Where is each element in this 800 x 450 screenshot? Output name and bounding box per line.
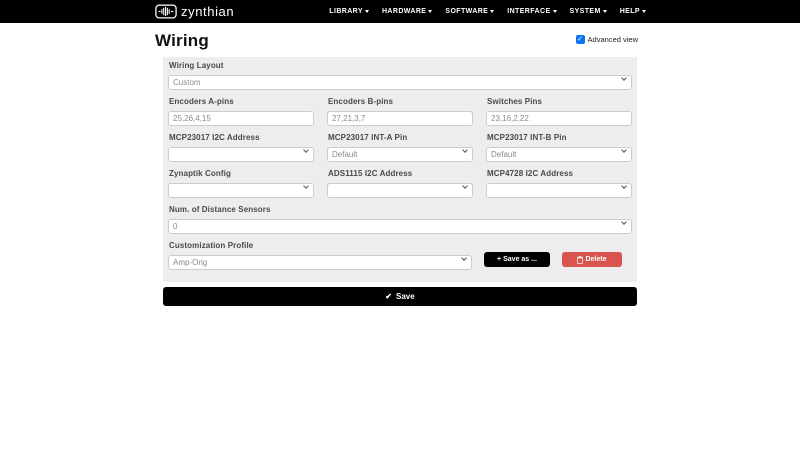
customization-profile-select[interactable]: Amp-Orig (168, 255, 472, 270)
chevron-down-icon (428, 10, 433, 13)
mcp23017-inta-select[interactable]: Default (327, 147, 473, 162)
field-customization-profile: Customization Profile Amp-Orig + Save as… (168, 241, 632, 270)
field-distance-sensors: Num. of Distance Sensors 0 (168, 205, 632, 234)
field-ads1115-i2c: ADS1115 I2C Address (327, 169, 473, 198)
plus-icon: + (497, 256, 502, 263)
check-icon: ✔ (385, 292, 392, 301)
chevron-down-icon (490, 10, 495, 13)
encoders-a-pins-input[interactable] (168, 111, 314, 126)
mcp23017-i2c-select[interactable] (168, 147, 314, 162)
save-button[interactable]: ✔ Save (163, 287, 637, 306)
zynthian-logo-icon (155, 4, 177, 19)
field-mcp23017-i2c: MCP23017 I2C Address (168, 133, 314, 162)
menu-system[interactable]: SYSTEM (570, 8, 607, 15)
mcp23017-inta-label: MCP23017 INT-A Pin (328, 133, 408, 142)
chevron-down-icon (364, 10, 369, 13)
wiring-form-panel: Wiring Layout Custom Encoders A-pins Enc… (163, 57, 637, 282)
trash-icon (577, 255, 584, 264)
menu-help[interactable]: HELP (620, 8, 646, 15)
switches-pins-label: Switches Pins (487, 97, 543, 106)
page-title: Wiring (155, 31, 209, 50)
menu-software[interactable]: SOFTWARE (445, 8, 495, 15)
field-encoders-a-pins: Encoders A-pins (168, 97, 314, 126)
mcp23017-intb-select[interactable]: Default (486, 147, 632, 162)
delete-button[interactable]: Delete (562, 252, 622, 267)
encoders-a-pins-label: Encoders A-pins (169, 97, 234, 106)
mcp23017-i2c-label: MCP23017 I2C Address (169, 133, 260, 142)
wiring-layout-select[interactable]: Custom (168, 75, 632, 90)
checkbox-checked-icon[interactable]: ✓ (575, 35, 585, 44)
top-navbar: zynthian LIBRARY HARDWARE SOFTWARE INTER… (0, 0, 800, 23)
distance-sensors-label: Num. of Distance Sensors (169, 205, 271, 214)
distance-sensors-select[interactable]: 0 (168, 219, 632, 234)
chevron-down-icon (602, 10, 607, 13)
zynthian-brand[interactable]: zynthian (155, 4, 234, 19)
menu-hardware[interactable]: HARDWARE (382, 8, 433, 15)
field-encoders-b-pins: Encoders B-pins (327, 97, 473, 126)
save-as-button[interactable]: + Save as ... (484, 252, 550, 267)
advanced-view-toggle[interactable]: ✓ Advanced view (575, 35, 638, 44)
zynaptik-config-label: Zynaptik Config (169, 169, 231, 178)
field-mcp23017-intb: MCP23017 INT-B Pin Default (486, 133, 632, 162)
ads1115-i2c-select[interactable] (327, 183, 473, 198)
brand-name: zynthian (181, 4, 235, 19)
mcp4728-i2c-label: MCP4728 I2C Address (487, 169, 574, 178)
ads1115-i2c-label: ADS1115 I2C Address (328, 169, 413, 178)
zynaptik-config-select[interactable] (168, 183, 314, 198)
chevron-down-icon (552, 10, 557, 13)
chevron-down-icon (642, 10, 646, 13)
field-mcp23017-inta: MCP23017 INT-A Pin Default (327, 133, 473, 162)
main-content: Wiring ✓ Advanced view Wiring Layout Cus… (152, 23, 648, 306)
mcp4728-i2c-select[interactable] (486, 183, 632, 198)
mcp23017-intb-label: MCP23017 INT-B Pin (487, 133, 567, 142)
field-wiring-layout: Wiring Layout Custom (168, 61, 632, 90)
customization-profile-label: Customization Profile (169, 241, 254, 250)
wiring-layout-label: Wiring Layout (169, 61, 224, 70)
field-switches-pins: Switches Pins (486, 97, 632, 126)
encoders-b-pins-input[interactable] (327, 111, 473, 126)
encoders-b-pins-label: Encoders B-pins (328, 97, 394, 106)
menu-library[interactable]: LIBRARY (329, 8, 369, 15)
field-mcp4728-i2c: MCP4728 I2C Address (486, 169, 632, 198)
switches-pins-input[interactable] (486, 111, 632, 126)
field-zynaptik-config: Zynaptik Config (168, 169, 314, 198)
menu-interface[interactable]: INTERFACE (507, 8, 557, 15)
main-menu: LIBRARY HARDWARE SOFTWARE INTERFACE SYST… (329, 8, 646, 15)
advanced-view-label: Advanced view (587, 35, 638, 44)
